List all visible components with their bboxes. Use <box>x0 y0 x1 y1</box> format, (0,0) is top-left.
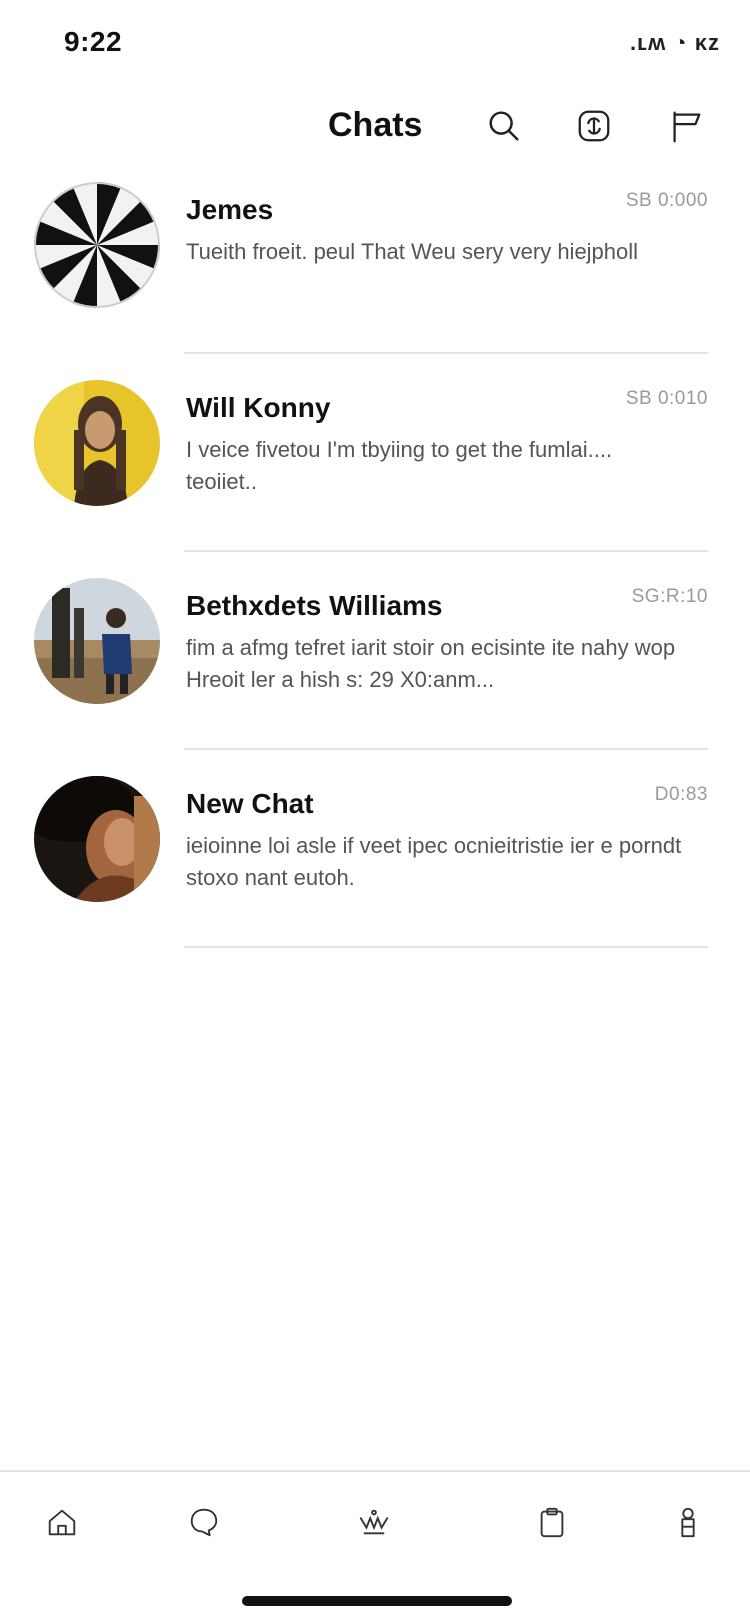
avatar[interactable] <box>34 776 160 902</box>
chat-name: Jemes <box>186 194 274 225</box>
divider <box>184 748 708 750</box>
chat-timestamp: SG:R:10 <box>631 586 708 607</box>
divider <box>184 946 708 948</box>
avatar[interactable] <box>34 578 160 704</box>
avatar[interactable] <box>34 380 160 506</box>
chat-timestamp: D0:83 <box>654 784 708 805</box>
header: Chats <box>0 90 750 170</box>
home-icon[interactable] <box>38 1498 86 1546</box>
divider <box>184 352 708 354</box>
profile-icon[interactable] <box>664 1498 712 1546</box>
avatar[interactable] <box>34 182 160 308</box>
discover-icon[interactable] <box>350 1498 398 1546</box>
chat-list: Jemes SB 0:000 Tueith froeit. peul That … <box>0 170 750 962</box>
divider <box>184 550 708 552</box>
chat-preview: I veice fivetou I'm tbyiing to get the f… <box>186 437 613 494</box>
flag-icon[interactable] <box>664 104 708 148</box>
chat-list-item[interactable]: Will Konny SB 0:010 I veice fivetou I'm … <box>0 368 750 566</box>
status-bar: 9:22 .ʟʍ ◔ ᴋᴢ <box>0 0 750 90</box>
chat-list-item[interactable]: New Chat D0:83 ieioinne loi asle if veet… <box>0 764 750 962</box>
chat-preview: fim a afmg tefret iarit stoir on ecisint… <box>186 635 676 692</box>
page-title: Chats <box>328 106 423 144</box>
chat-bubble-icon[interactable] <box>180 1498 228 1546</box>
chat-name: New Chat <box>186 788 314 819</box>
chat-timestamp: SB 0:000 <box>625 190 708 211</box>
chat-preview: Tueith froeit. peul That Weu sery very h… <box>186 239 639 264</box>
clipboard-icon[interactable] <box>528 1498 576 1546</box>
status-indicators: .ʟʍ ◔ ᴋᴢ <box>630 30 720 55</box>
tab-bar <box>0 1470 750 1582</box>
chat-name: Will Konny <box>186 392 331 423</box>
chat-timestamp: SB 0:010 <box>625 388 708 409</box>
chat-list-item[interactable]: Jemes SB 0:000 Tueith froeit. peul That … <box>0 170 750 368</box>
chat-preview: ieioinne loi asle if veet ipec ocnieitri… <box>186 833 682 890</box>
status-time: 9:22 <box>64 26 123 57</box>
chat-name: Bethxdets Williams <box>186 590 443 621</box>
search-icon[interactable] <box>482 104 526 148</box>
new-chat-icon[interactable] <box>572 104 616 148</box>
home-indicator <box>242 1596 512 1606</box>
chat-list-item[interactable]: Bethxdets Williams SG:R:10 fim a afmg te… <box>0 566 750 764</box>
